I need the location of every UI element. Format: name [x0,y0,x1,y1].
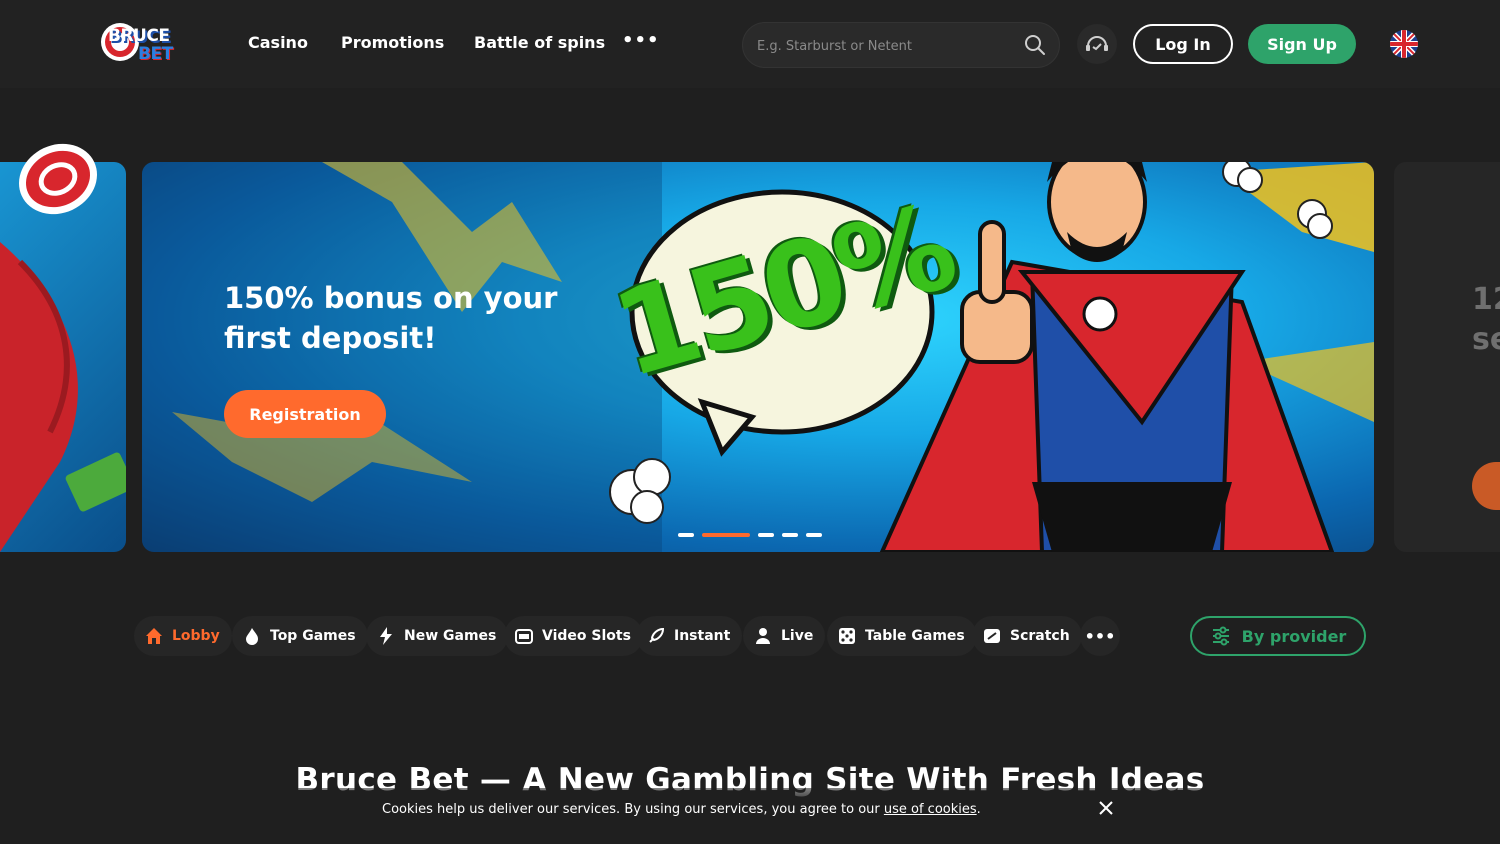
category-label: Table Games [865,628,965,644]
carousel-slide-active[interactable]: 150% 150% bonus on your first deposit! R… [142,162,1374,552]
close-icon[interactable] [1096,798,1116,818]
next-slide-title-line-2: se [1472,322,1500,357]
category-scratch[interactable]: Scratch [972,616,1082,656]
registration-button[interactable]: Registration [224,390,386,438]
promo-carousel: 150% 150% bonus on your first deposit! R… [0,88,1500,576]
search-box [742,22,1060,68]
category-label: Top Games [270,628,356,644]
scratch-card-icon [984,629,1000,643]
nav-more-button[interactable]: ••• [622,30,660,51]
rocket-icon [649,627,665,643]
category-label: Lobby [172,628,220,644]
logo-text-bet: BET [138,44,173,64]
next-slide-title: 12 se [1472,280,1500,360]
logo-text-bruce: BRUCE [108,26,170,46]
login-button[interactable]: Log In [1133,24,1233,64]
category-new-games[interactable]: New Games [366,616,509,656]
category-label: Instant [674,628,731,644]
category-instant[interactable]: Instant [636,616,743,656]
next-slide-title-line-1: 12 [1472,282,1500,317]
dice-icon [839,628,855,644]
cookie-policy-link[interactable]: use of cookies [884,802,977,817]
brucebet-logo[interactable]: BRUCE BET [100,18,182,70]
by-provider-label: By provider [1241,626,1347,646]
next-slide-button [1472,462,1500,510]
carousel-dot-1[interactable] [678,533,694,537]
flame-icon [246,628,258,645]
category-lobby[interactable]: Lobby [134,616,232,656]
cookie-message-suffix: . [976,802,981,817]
support-button[interactable] [1077,24,1117,64]
category-top-games[interactable]: Top Games [232,616,368,656]
carousel-dot-5[interactable] [806,533,822,537]
category-label: Live [781,628,814,644]
lightning-icon [380,627,392,645]
nav-promotions[interactable]: Promotions [341,33,444,52]
category-table-games[interactable]: Table Games [827,616,977,656]
carousel-dots [678,532,822,538]
language-flag-icon[interactable] [1390,30,1418,58]
headset-icon [1086,36,1108,51]
casino-chip-icon [19,143,97,215]
filter-sliders-icon [1212,626,1229,646]
carousel-dot-4[interactable] [782,533,798,537]
by-provider-button[interactable]: By provider [1190,616,1366,656]
nav-casino[interactable]: Casino [248,33,308,52]
carousel-dot-3[interactable] [758,533,774,537]
cookie-message: Cookies help us deliver our services. By… [382,802,981,817]
slide-title: 150% bonus on your first deposit! [224,281,558,355]
category-label: Scratch [1010,628,1070,644]
category-live[interactable]: Live [743,616,826,656]
category-video-slots[interactable]: Video Slots [504,616,643,656]
category-more-button[interactable]: ••• [1080,616,1120,656]
cookie-banner: Cookies help us deliver our services. By… [0,788,1500,844]
carousel-dot-2[interactable] [702,533,750,537]
category-label: Video Slots [542,628,631,644]
nav-battle-of-spins[interactable]: Battle of spins [474,33,605,52]
carousel-slide-next[interactable]: 12 se [1394,162,1500,552]
search-input[interactable] [757,35,1017,57]
home-icon [146,628,162,644]
site-header: BRUCE BET Casino Promotions Battle of sp… [0,0,1500,88]
search-icon[interactable] [1023,33,1047,57]
signup-button[interactable]: Sign Up [1248,24,1356,64]
slot-machine-icon [515,629,533,644]
cookie-message-text: Cookies help us deliver our services. By… [382,802,884,817]
person-icon [756,628,770,644]
category-label: New Games [404,628,497,644]
